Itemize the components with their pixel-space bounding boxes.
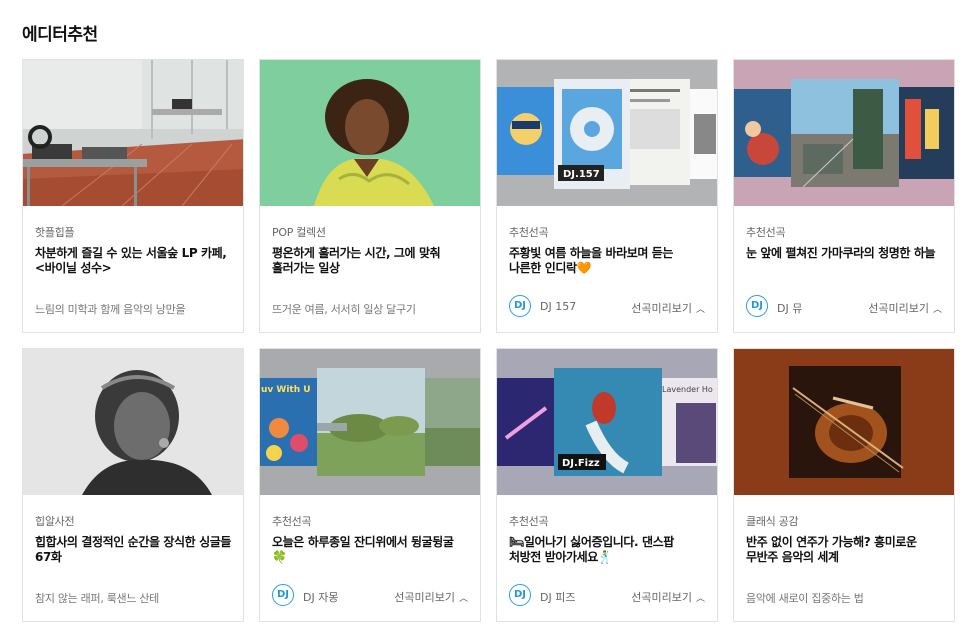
editor-pick-card[interactable]: 추천선곡 눈 앞에 펼쳐진 가마쿠라의 청명한 하늘 DJ DJ 뮤 선곡미리보… [733,59,955,333]
card-description: 느림의 미학과 함께 음악의 낭만을 [35,303,186,316]
preview-label: 선곡미리보기 [868,302,929,315]
chevron-up-icon: ︿ [932,304,942,315]
editor-pick-card[interactable]: uv With U 추천선곡 오늘은 하루종일 잔디위에서 뒹굴뒹굴 🍀 DJ … [259,348,481,622]
thumb-caption: DJ.157 [563,169,600,180]
thumb-caption: Lavender Ho [662,385,713,394]
dj-avatar[interactable]: DJ [272,584,294,606]
card-category: 힙알사전 [35,515,75,528]
editor-pick-card[interactable]: Lavender Ho DJ.Fizz 추천선곡 🛏일어나기 싫어증입니다. 댄… [496,348,718,622]
card-thumbnail[interactable] [23,60,243,206]
editor-pick-card[interactable]: 클래식 공감 반주 없이 연주가 가능해? 흥미로운 무반주 음악의 세계 음악… [733,348,955,622]
preview-label: 선곡미리보기 [631,591,692,604]
card-title[interactable]: 주황빛 여름 하늘을 바라보며 듣는 나른한 인디락🧡 [509,246,707,276]
preview-toggle-button[interactable]: 선곡미리보기 ︿ [868,300,942,316]
chevron-up-icon: ︿ [695,304,705,315]
card-title[interactable]: 반주 없이 연주가 가능해? 흥미로운 무반주 음악의 세계 [746,535,944,565]
thumb-caption: uv With U [261,385,311,395]
editor-pick-card[interactable]: 힙알사전 힙합사의 결정적인 순간을 장식한 싱글들 67화 참지 않는 래퍼,… [22,348,244,622]
editor-pick-card[interactable]: POP 컬렉션 평온하게 흘러가는 시간, 그에 맞춰 흘러가는 일상 뜨거운 … [259,59,481,333]
editor-pick-card[interactable]: DJ.157 추천선곡 주황빛 여름 하늘을 바라보며 듣는 나른한 인디락🧡 … [496,59,718,333]
card-category: 클래식 공감 [746,515,799,528]
card-category: POP 컬렉션 [272,226,326,239]
card-description: 음악에 새로이 집중하는 법 [746,592,864,605]
chevron-up-icon: ︿ [458,593,468,604]
dj-avatar[interactable]: DJ [509,584,531,606]
card-category: 추천선곡 [509,515,549,528]
dj-name[interactable]: DJ 157 [540,300,576,313]
card-title[interactable]: 눈 앞에 펼쳐진 가마쿠라의 청명한 하늘 [746,246,944,261]
editor-pick-card[interactable]: 핫플힙플 차분하게 즐길 수 있는 서울숲 LP 카페, <바이닐 성수> 느림… [22,59,244,333]
preview-toggle-button[interactable]: 선곡미리보기 ︿ [631,300,705,316]
card-description: 참지 않는 래퍼, 룩샌느 산테 [35,592,160,605]
preview-toggle-button[interactable]: 선곡미리보기 ︿ [631,589,705,605]
card-thumbnail[interactable]: DJ.157 [497,60,717,206]
dj-avatar[interactable]: DJ [509,295,531,317]
card-title[interactable]: 차분하게 즐길 수 있는 서울숲 LP 카페, <바이닐 성수> [35,246,233,276]
card-category: 추천선곡 [272,515,312,528]
section-title: 에디터추천 [22,25,98,45]
dj-name[interactable]: DJ 자몽 [303,589,338,605]
dj-name[interactable]: DJ 뮤 [777,300,802,316]
chevron-up-icon: ︿ [695,593,705,604]
preview-toggle-button[interactable]: 선곡미리보기 ︿ [394,589,468,605]
preview-label: 선곡미리보기 [631,302,692,315]
card-category: 추천선곡 [509,226,549,239]
card-title[interactable]: 평온하게 흘러가는 시간, 그에 맞춰 흘러가는 일상 [272,246,470,276]
card-description: 뜨거운 여름, 서서히 일상 달구기 [272,303,416,316]
card-thumbnail[interactable] [734,349,954,495]
card-thumbnail[interactable] [734,60,954,206]
card-title[interactable]: 오늘은 하루종일 잔디위에서 뒹굴뒹굴 🍀 [272,535,470,565]
card-title[interactable]: 🛏일어나기 싫어증입니다. 댄스팝 처방전 받아가세요🕺 [509,535,707,565]
preview-label: 선곡미리보기 [394,591,455,604]
dj-name[interactable]: DJ 피즈 [540,589,575,605]
card-thumbnail[interactable] [23,349,243,495]
card-thumbnail[interactable]: uv With U [260,349,480,495]
card-thumbnail[interactable]: Lavender Ho DJ.Fizz [497,349,717,495]
card-category: 핫플힙플 [35,226,75,239]
thumb-caption: DJ.Fizz [562,458,600,469]
card-category: 추천선곡 [746,226,786,239]
card-thumbnail[interactable] [260,60,480,206]
card-title[interactable]: 힙합사의 결정적인 순간을 장식한 싱글들 67화 [35,535,233,565]
dj-avatar[interactable]: DJ [746,295,768,317]
